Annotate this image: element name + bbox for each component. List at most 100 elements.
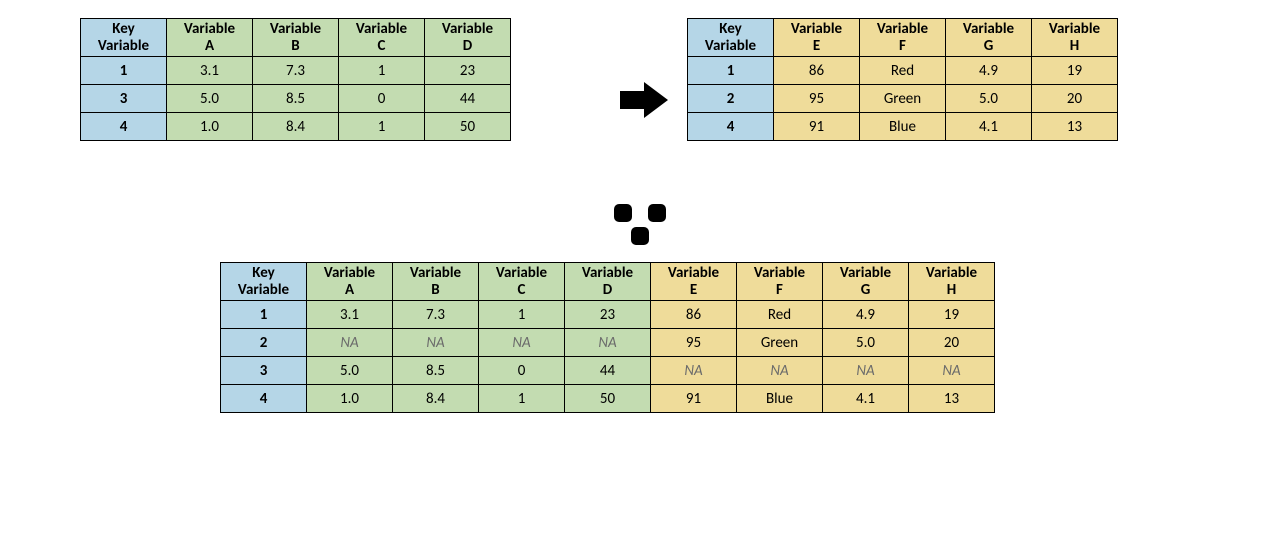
col-header-var-e: VariableE [651, 263, 737, 301]
cell-val: 86 [774, 57, 860, 85]
col-header-key: Key Variable [221, 263, 307, 301]
col-header-var-a: Variable A [167, 19, 253, 57]
table-row: 35.08.5044NANANANA [221, 357, 995, 385]
cell-key: 4 [81, 113, 167, 141]
col-header-var-f: Variable F [860, 19, 946, 57]
cell-val: NA [479, 329, 565, 357]
table-header-row: Key Variable VariableA VariableB Variabl… [221, 263, 995, 301]
cell-val: 0 [479, 357, 565, 385]
table-row: 4 1.0 8.4 1 50 [81, 113, 511, 141]
cell-val: Green [860, 85, 946, 113]
cell-val: 3.1 [167, 57, 253, 85]
col-header-var-b: VariableB [393, 263, 479, 301]
cell-val: 95 [774, 85, 860, 113]
cell-key: 2 [221, 329, 307, 357]
cell-val: 8.4 [393, 385, 479, 413]
cell-key: 3 [81, 85, 167, 113]
cell-val: 3.1 [307, 301, 393, 329]
cell-val: 8.5 [393, 357, 479, 385]
cell-key: 4 [688, 113, 774, 141]
cell-val: NA [565, 329, 651, 357]
cell-key: 2 [688, 85, 774, 113]
table-row: 1 86 Red 4.9 19 [688, 57, 1118, 85]
cell-val: 44 [425, 85, 511, 113]
col-header-var-d: Variable D [425, 19, 511, 57]
table-row: 13.17.312386Red4.919 [221, 301, 995, 329]
cell-val: 20 [1032, 85, 1118, 113]
cell-val: 1 [479, 385, 565, 413]
cell-val: 4.1 [946, 113, 1032, 141]
merged-table: Key Variable VariableA VariableB Variabl… [220, 262, 995, 413]
cell-val: Blue [737, 385, 823, 413]
cell-val: 95 [651, 329, 737, 357]
col-header-var-h: Variable H [1032, 19, 1118, 57]
table-row: 2 95 Green 5.0 20 [688, 85, 1118, 113]
cell-key: 1 [688, 57, 774, 85]
cell-key: 1 [221, 301, 307, 329]
cell-val: 5.0 [823, 329, 909, 357]
arrow-right-icon [620, 82, 668, 118]
col-header-var-g: Variable G [946, 19, 1032, 57]
cell-val: NA [909, 357, 995, 385]
cell-val: 7.3 [393, 301, 479, 329]
col-header-var-c: VariableC [479, 263, 565, 301]
cell-val: 1 [339, 57, 425, 85]
col-header-key: Key Variable [81, 19, 167, 57]
cell-val: NA [737, 357, 823, 385]
col-header-var-e: Variable E [774, 19, 860, 57]
cell-val: 7.3 [253, 57, 339, 85]
header-key-line1: Key [112, 20, 134, 38]
dot-icon [614, 204, 632, 222]
cell-val: 4.9 [946, 57, 1032, 85]
col-header-var-h: VariableH [909, 263, 995, 301]
cell-val: 1.0 [167, 113, 253, 141]
cell-val: Green [737, 329, 823, 357]
cell-val: Red [860, 57, 946, 85]
col-header-var-d: VariableD [565, 263, 651, 301]
col-header-var-f: VariableF [737, 263, 823, 301]
table-header-row: Key Variable Variable E Variable F Varia… [688, 19, 1118, 57]
cell-val: 1.0 [307, 385, 393, 413]
cell-val: 4.9 [823, 301, 909, 329]
cell-val: 86 [651, 301, 737, 329]
cell-key: 3 [221, 357, 307, 385]
cell-val: NA [823, 357, 909, 385]
cell-val: 19 [1032, 57, 1118, 85]
col-header-var-c: Variable C [339, 19, 425, 57]
cell-val: 8.4 [253, 113, 339, 141]
col-header-key: Key Variable [688, 19, 774, 57]
table-row: 3 5.0 8.5 0 44 [81, 85, 511, 113]
cell-val: Red [737, 301, 823, 329]
cell-val: 1 [479, 301, 565, 329]
cell-key: 4 [221, 385, 307, 413]
cell-val: 50 [425, 113, 511, 141]
dot-icon [648, 204, 666, 222]
cell-val: 91 [651, 385, 737, 413]
cell-val: 5.0 [946, 85, 1032, 113]
table-header-row: Key Variable Variable A Variable B Varia… [81, 19, 511, 57]
col-header-var-g: VariableG [823, 263, 909, 301]
source-table-left: Key Variable Variable A Variable B Varia… [80, 18, 511, 141]
table-row: 4 91 Blue 4.1 13 [688, 113, 1118, 141]
cell-val: 91 [774, 113, 860, 141]
cell-val: NA [307, 329, 393, 357]
cell-val: 5.0 [307, 357, 393, 385]
col-header-var-b: Variable B [253, 19, 339, 57]
dot-icon [631, 227, 649, 245]
cell-val: 50 [565, 385, 651, 413]
cell-val: 23 [425, 57, 511, 85]
table-row: 1 3.1 7.3 1 23 [81, 57, 511, 85]
cell-val: 20 [909, 329, 995, 357]
cell-val: NA [393, 329, 479, 357]
table-row: 2NANANANA95Green5.020 [221, 329, 995, 357]
cell-val: 1 [339, 113, 425, 141]
cell-val: 44 [565, 357, 651, 385]
header-key-line2: Variable [98, 37, 149, 55]
cell-val: 4.1 [823, 385, 909, 413]
table-row: 41.08.415091Blue4.113 [221, 385, 995, 413]
cell-val: 19 [909, 301, 995, 329]
cell-val: 13 [1032, 113, 1118, 141]
source-table-right: Key Variable Variable E Variable F Varia… [687, 18, 1118, 141]
ellipsis-icon [598, 204, 682, 250]
cell-val: NA [651, 357, 737, 385]
